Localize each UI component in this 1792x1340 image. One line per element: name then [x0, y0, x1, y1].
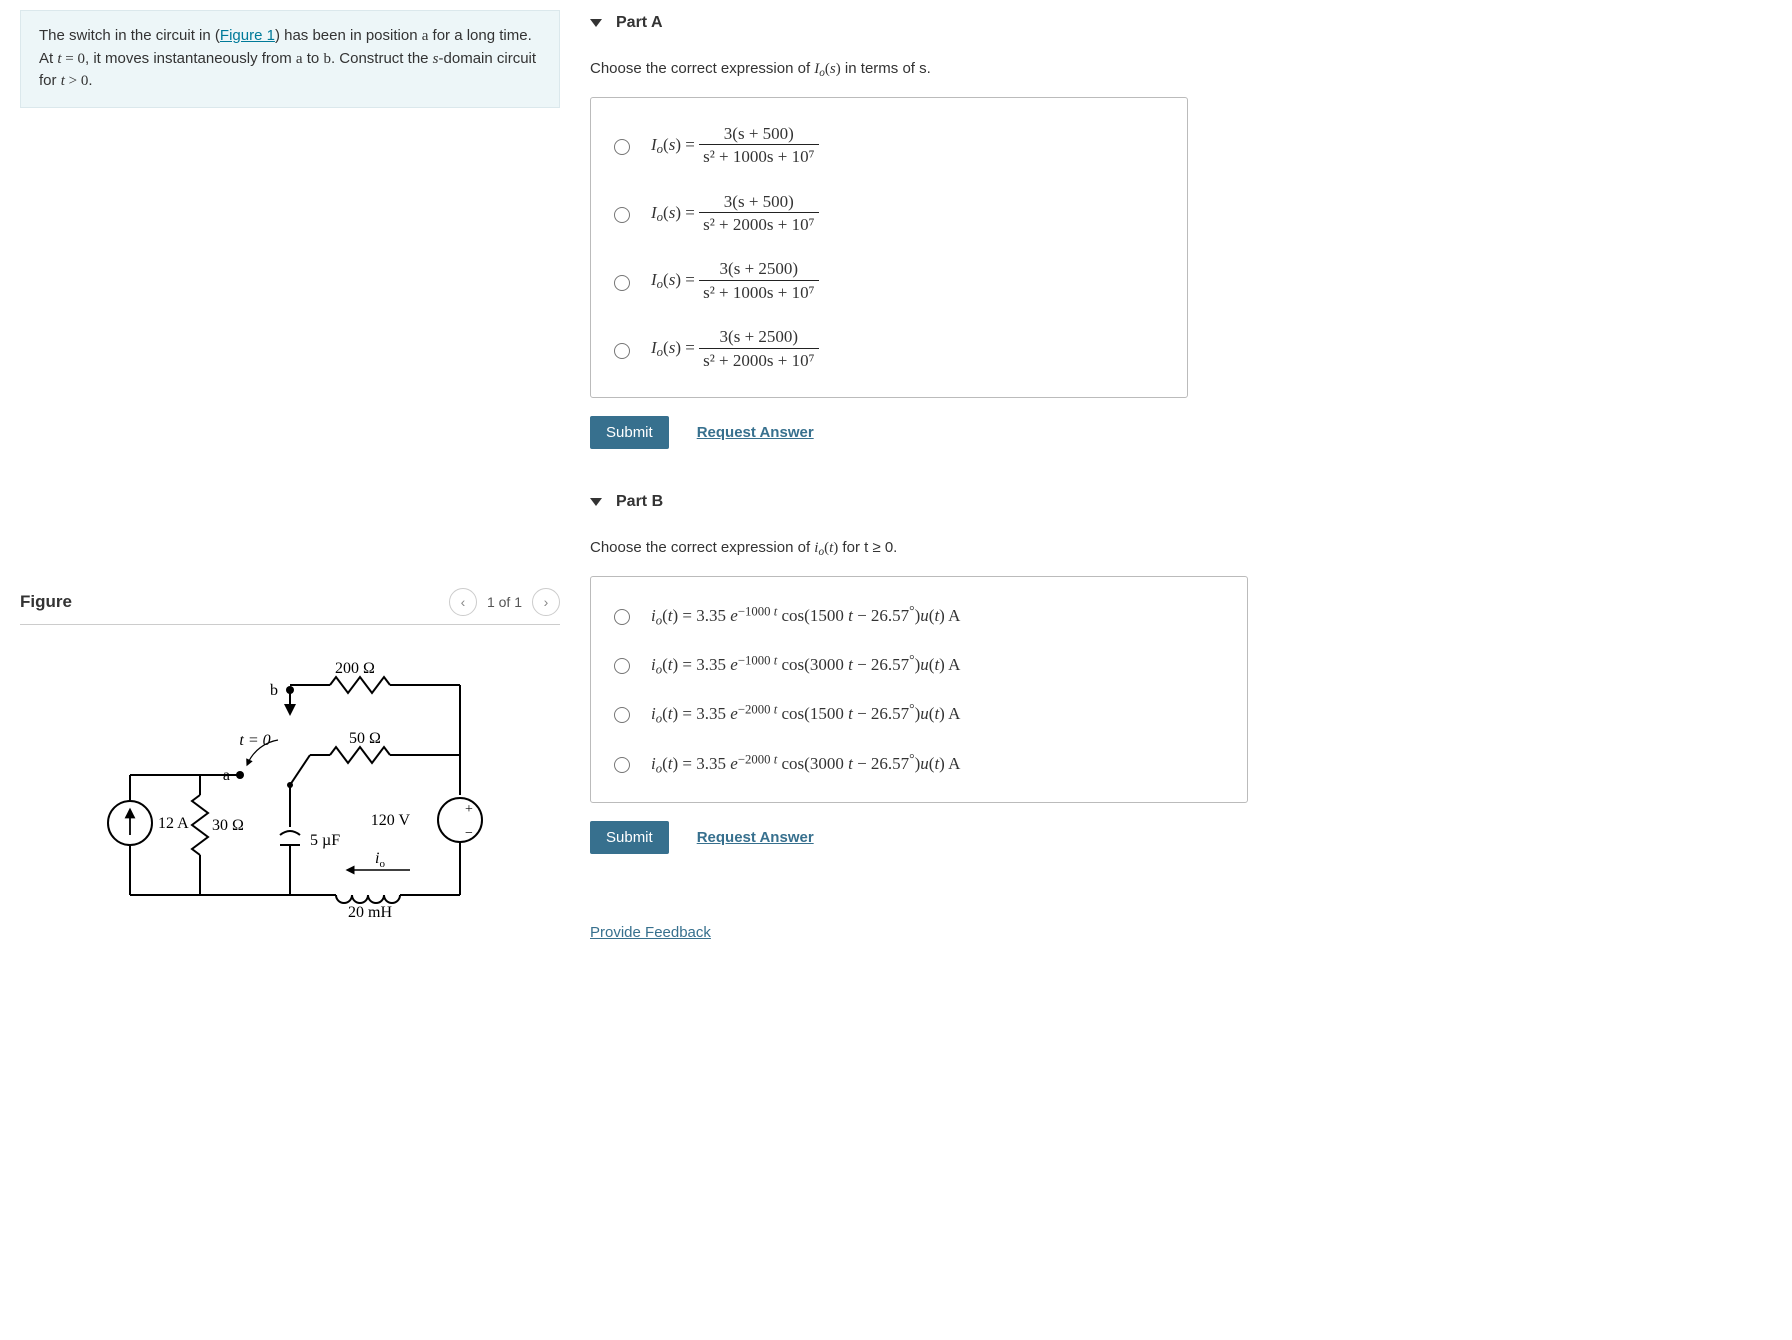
provide-feedback-link[interactable]: Provide Feedback	[590, 924, 711, 941]
part-b-option-4[interactable]: io(t) = 3.35 e−2000 t cos(3000 t − 26.57…	[609, 739, 1229, 788]
part-b-option-3[interactable]: io(t) = 3.35 e−2000 t cos(1500 t − 26.57…	[609, 689, 1229, 738]
problem-statement: The switch in the circuit in (Figure 1) …	[20, 10, 560, 108]
radio-input[interactable]	[614, 707, 630, 723]
part-a-option-1[interactable]: Io(s) = 3(s + 500)s² + 1000s + 10⁷	[609, 112, 1169, 180]
figure-next-button[interactable]: ›	[532, 588, 560, 616]
svg-text:t = 0: t = 0	[239, 732, 270, 749]
part-b-submit-button[interactable]: Submit	[590, 821, 669, 854]
svg-text:+: +	[465, 802, 473, 817]
svg-text:50 Ω: 50 Ω	[349, 730, 381, 747]
part-b-option-1[interactable]: io(t) = 3.35 e−1000 t cos(1500 t − 26.57…	[609, 591, 1229, 640]
svg-text:5 µF: 5 µF	[310, 832, 340, 849]
figure-pager-label: 1 of 1	[487, 594, 522, 610]
part-a-submit-button[interactable]: Submit	[590, 416, 669, 449]
svg-text:b: b	[270, 682, 278, 699]
radio-input[interactable]	[614, 343, 630, 359]
svg-text:io: io	[375, 850, 385, 870]
part-a-option-4[interactable]: Io(s) = 3(s + 2500)s² + 2000s + 10⁷	[609, 315, 1169, 383]
caret-down-icon	[590, 19, 602, 27]
part-b-option-2[interactable]: io(t) = 3.35 e−1000 t cos(3000 t − 26.57…	[609, 640, 1229, 689]
radio-input[interactable]	[614, 658, 630, 674]
part-a-options: Io(s) = 3(s + 500)s² + 1000s + 10⁷ Io(s)…	[590, 97, 1188, 398]
figure-panel: Figure ‹ 1 of 1 ›	[20, 588, 560, 925]
part-a-title: Part A	[616, 14, 663, 32]
radio-input[interactable]	[614, 207, 630, 223]
figure-link[interactable]: Figure 1	[220, 27, 275, 44]
part-b-request-answer-link[interactable]: Request Answer	[691, 828, 820, 847]
radio-input[interactable]	[614, 757, 630, 773]
radio-input[interactable]	[614, 275, 630, 291]
svg-text:120 V: 120 V	[371, 812, 411, 829]
svg-text:30 Ω: 30 Ω	[212, 817, 244, 834]
circuit-svg: 200 Ω + − 120 V 20 mH io	[80, 645, 500, 925]
part-a-prompt: Choose the correct expression of Io(s) i…	[590, 60, 1770, 79]
figure-pager: ‹ 1 of 1 ›	[449, 588, 560, 616]
circuit-figure: 200 Ω + − 120 V 20 mH io	[20, 645, 560, 925]
part-b-prompt: Choose the correct expression of io(t) f…	[590, 539, 1770, 558]
part-a-option-2[interactable]: Io(s) = 3(s + 500)s² + 2000s + 10⁷	[609, 180, 1169, 248]
svg-text:200 Ω: 200 Ω	[335, 660, 375, 677]
part-a-header[interactable]: Part A	[590, 10, 1770, 46]
part-a-option-3[interactable]: Io(s) = 3(s + 2500)s² + 1000s + 10⁷	[609, 247, 1169, 315]
svg-text:12 A: 12 A	[158, 815, 189, 832]
svg-text:−: −	[465, 826, 473, 841]
part-b-header[interactable]: Part B	[590, 489, 1770, 525]
caret-down-icon	[590, 498, 602, 506]
figure-prev-button[interactable]: ‹	[449, 588, 477, 616]
part-b-options: io(t) = 3.35 e−1000 t cos(1500 t − 26.57…	[590, 576, 1248, 803]
problem-text-pre: The switch in the circuit in (	[39, 27, 220, 44]
figure-title: Figure	[20, 592, 72, 612]
radio-input[interactable]	[614, 609, 630, 625]
part-a-request-answer-link[interactable]: Request Answer	[691, 423, 820, 442]
part-b-title: Part B	[616, 493, 663, 511]
radio-input[interactable]	[614, 139, 630, 155]
svg-text:20 mH: 20 mH	[348, 904, 392, 921]
